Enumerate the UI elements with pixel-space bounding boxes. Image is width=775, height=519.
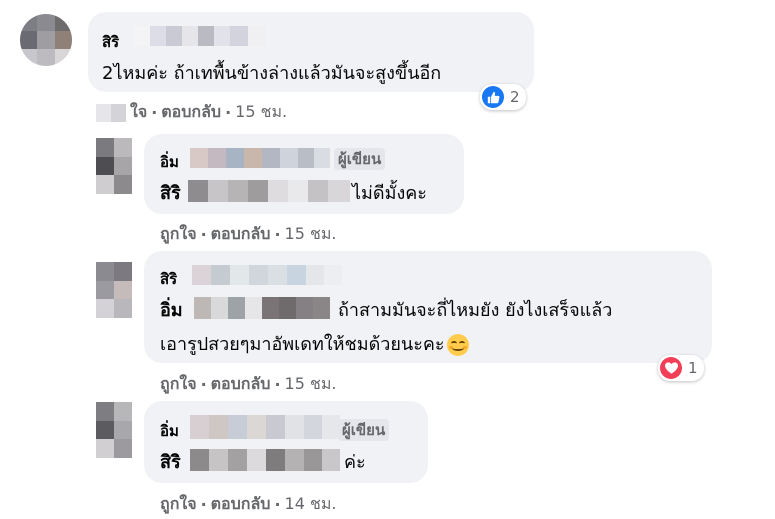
comment-text: 2ไหมค่ะ ถ้าเทพื้นข้างล่างแล้วมันจะสูงขึ้… — [102, 63, 442, 84]
reaction-number: 2 — [510, 88, 520, 106]
comment-actions: ใจ · ตอบกลับ · 15 ชม. — [96, 100, 287, 125]
reply-actions: ถูกใจ · ตอบกลับ · 14 ชม. — [160, 492, 336, 517]
blurred-name — [134, 26, 266, 46]
reply-actions: ถูกใจ · ตอบกลับ · 15 ชม. — [160, 372, 336, 397]
blurred-name — [192, 265, 342, 285]
like-button[interactable]: ถูกใจ — [160, 492, 197, 517]
reply-text-line2-content: เอารูปสวยๆมาอัพเดทให้ชมด้วยนะคะ — [160, 334, 445, 355]
reaction-count[interactable]: 2 — [480, 84, 526, 110]
timestamp[interactable]: 15 ชม. — [285, 222, 337, 247]
avatar[interactable] — [20, 14, 72, 66]
reaction-count[interactable]: 1 — [658, 355, 704, 381]
reply-text: ไม่ดีมั้งคะ — [352, 183, 427, 204]
avatar[interactable] — [96, 262, 132, 318]
timestamp[interactable]: 14 ชม. — [285, 492, 337, 517]
comment-bubble: สิริ 2ไหมค่ะ ถ้าเทพื้นข้างล่างแล้วมันจะส… — [88, 12, 534, 92]
like-button[interactable]: ถูกใจ — [160, 372, 197, 397]
mention-link[interactable]: สิริ — [160, 178, 181, 207]
comment-author-name[interactable]: สิริ — [102, 30, 119, 54]
separator: · — [274, 495, 281, 514]
like-button[interactable]: ถูกใจ — [160, 222, 197, 247]
separator: · — [274, 375, 281, 394]
blurred-text — [96, 103, 126, 122]
avatar[interactable] — [96, 138, 132, 194]
author-badge: ผู้เขียน — [334, 148, 386, 170]
reply-author-name[interactable]: อิ่ม — [160, 419, 179, 443]
author-badge: ผู้เขียน — [338, 419, 390, 441]
mention-link[interactable]: อิ่ม — [160, 295, 183, 324]
separator: · — [200, 495, 207, 514]
reply-button[interactable]: ตอบกลับ — [161, 100, 221, 125]
blurred-name — [190, 148, 330, 168]
reply-bubble: อิ่ม ผู้เขียน สิริ ค่ะ — [144, 401, 428, 483]
separator: · — [200, 225, 207, 244]
reply-bubble: อิ่ม ผู้เขียน สิริ ไม่ดีมั้งคะ — [144, 134, 464, 214]
separator: · — [200, 375, 207, 394]
separator: · — [225, 103, 232, 122]
reply-author-name[interactable]: อิ่ม — [160, 150, 179, 174]
reply-button[interactable]: ตอบกลับ — [211, 492, 271, 517]
reply-button[interactable]: ตอบกลับ — [211, 222, 271, 247]
reply-author-name[interactable]: สิริ — [160, 267, 177, 291]
blurred-mention — [190, 449, 340, 471]
like-icon — [482, 86, 504, 108]
separator: · — [151, 103, 158, 122]
blurred-mention — [194, 297, 330, 319]
love-icon — [660, 357, 682, 379]
timestamp[interactable]: 15 ชม. — [285, 372, 337, 397]
like-button[interactable]: ใจ — [130, 100, 147, 125]
reply-button[interactable]: ตอบกลับ — [211, 372, 271, 397]
reaction-number: 1 — [688, 359, 698, 377]
timestamp[interactable]: 15 ชม. — [235, 100, 287, 125]
reply-bubble: สิริ อิ่ม ถ้าสามมันจะถี่ไหมยัง ยังไงเสร็… — [144, 251, 712, 363]
smiling-face-icon — [446, 334, 469, 356]
reply-actions: ถูกใจ · ตอบกลับ · 15 ชม. — [160, 222, 336, 247]
mention-link[interactable]: สิริ — [160, 447, 181, 476]
blurred-mention — [188, 180, 350, 202]
separator: · — [274, 225, 281, 244]
avatar[interactable] — [96, 402, 132, 458]
reply-text: ค่ะ — [344, 452, 366, 473]
blurred-name — [190, 415, 340, 439]
reply-text-line1: ถ้าสามมันจะถี่ไหมยัง ยังไงเสร็จแล้ว — [338, 300, 613, 321]
reply-text-line2: เอารูปสวยๆมาอัพเดทให้ชมด้วยนะคะ — [160, 329, 469, 358]
